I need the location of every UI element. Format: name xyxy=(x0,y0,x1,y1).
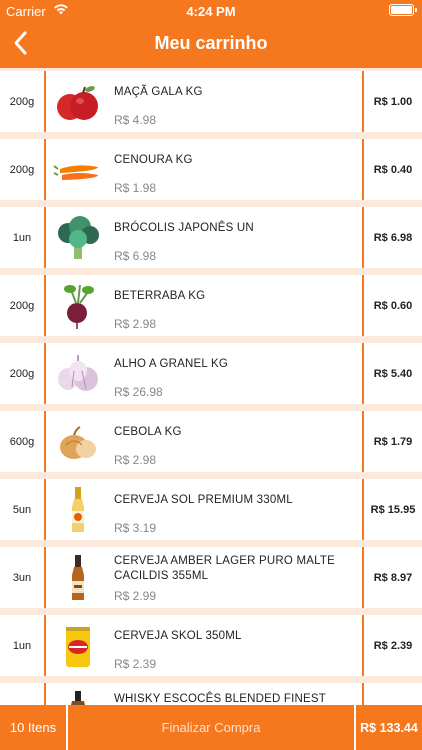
item-total: R$ 8.97 xyxy=(373,571,413,584)
cart-row[interactable]: 3un CERVEJA AMBER LAGER PURO MALTE CACIL… xyxy=(0,547,422,608)
cart-footer: 10 Itens Finalizar Compra R$ 133.44 xyxy=(0,705,422,750)
divider xyxy=(44,207,46,268)
item-name: BETERRABA KG xyxy=(114,290,206,302)
item-quantity: 3un xyxy=(12,571,32,584)
whisky-bottle-icon xyxy=(71,691,85,705)
item-total: R$ 0.40 xyxy=(373,163,413,176)
battery-icon xyxy=(389,4,417,16)
item-total: R$ 1.00 xyxy=(373,95,413,108)
item-name: ALHO A GRANEL KG xyxy=(114,358,228,370)
divider xyxy=(44,411,46,472)
beer-bottle-icon xyxy=(72,555,84,600)
item-name: MAÇÃ GALA KG xyxy=(114,86,203,98)
beer-bottle-icon xyxy=(72,487,84,532)
item-unit-price: R$ 26.98 xyxy=(114,385,163,399)
item-name: WHISKY ESCOCÊS BLENDED FINEST xyxy=(114,693,326,705)
item-total: R$ 0.60 xyxy=(373,299,413,312)
item-quantity: 5un xyxy=(12,503,32,516)
divider xyxy=(44,71,46,132)
divider xyxy=(44,547,46,608)
item-quantity: 1un xyxy=(12,639,32,652)
item-total: R$ 5.40 xyxy=(373,367,413,380)
grand-total: R$ 133.44 xyxy=(356,705,422,750)
divider xyxy=(44,139,46,200)
status-bar: Carrier 4:24 PM xyxy=(0,0,422,22)
item-quantity: 200g xyxy=(9,299,35,312)
beer-can-icon xyxy=(66,627,90,667)
app-header: Carrier 4:24 PM Meu carrinho xyxy=(0,0,422,68)
item-total: R$ 2.39 xyxy=(373,639,413,652)
divider xyxy=(44,275,46,336)
item-name: CERVEJA SOL PREMIUM 330ML xyxy=(114,494,293,506)
divider xyxy=(44,615,46,676)
item-count: 10 Itens xyxy=(0,705,66,750)
beet-icon xyxy=(64,284,94,329)
item-unit-price: R$ 6.98 xyxy=(114,249,157,263)
item-name: CERVEJA AMBER LAGER PURO MALTE CACILDIS … xyxy=(114,555,335,582)
item-unit-price: R$ 1.98 xyxy=(114,181,157,195)
divider xyxy=(44,479,46,540)
cart-row[interactable]: 5un CERVEJA SOL PREMIUM 330ML R$ 3.19 R$… xyxy=(0,479,422,540)
item-name: CENOURA KG xyxy=(114,154,193,166)
apple-icon xyxy=(57,86,98,120)
cart-row[interactable]: 200g ALHO A GRANEL KG R$ 26.98 R$ 5.40 xyxy=(0,343,422,404)
cart-row[interactable]: WHISKY ESCOCÊS BLENDED FINEST xyxy=(0,683,422,705)
divider xyxy=(362,683,364,705)
cart-row[interactable]: 200g MAÇÃ GALA KG R$ 4.98 R$ 1.00 xyxy=(0,71,422,132)
item-quantity: 200g xyxy=(9,163,35,176)
cart-row[interactable]: 200g BETERRABA KG R$ 2.98 R$ 0.60 xyxy=(0,275,422,336)
page-title: Meu carrinho xyxy=(154,33,268,53)
item-unit-price: R$ 4.98 xyxy=(114,113,157,127)
item-quantity: 200g xyxy=(9,367,35,380)
item-quantity xyxy=(0,683,44,705)
item-unit-price: R$ 2.39 xyxy=(114,657,157,671)
garlic-icon xyxy=(58,355,98,391)
item-unit-price: R$ 2.98 xyxy=(114,453,157,467)
cart-row[interactable]: 1un BRÓCOLIS JAPONÊS UN R$ 6.98 R$ 6.98 xyxy=(0,207,422,268)
item-unit-price: R$ 2.98 xyxy=(114,317,157,331)
clock: 4:24 PM xyxy=(186,4,236,19)
item-unit-price: R$ 2.99 xyxy=(114,589,157,603)
item-name: CEBOLA KG xyxy=(114,426,182,438)
carrot-icon xyxy=(53,165,98,180)
item-total: R$ 15.95 xyxy=(370,503,416,516)
cart-row[interactable]: 600g CEBOLA KG R$ 2.98 R$ 1.79 xyxy=(0,411,422,472)
cart-list[interactable]: 200g MAÇÃ GALA KG R$ 4.98 R$ 1.00 200g C… xyxy=(0,68,422,705)
divider xyxy=(44,683,46,705)
item-quantity: 200g xyxy=(9,95,35,108)
item-quantity: 1un xyxy=(12,231,32,244)
item-total: R$ 1.79 xyxy=(373,435,413,448)
cart-row[interactable]: 200g CENOURA KG R$ 1.98 R$ 0.40 xyxy=(0,139,422,200)
item-total: R$ 6.98 xyxy=(373,231,413,244)
cart-row[interactable]: 1un CERVEJA SKOL 350ML R$ 2.39 R$ 2.39 xyxy=(0,615,422,676)
item-unit-price: R$ 3.19 xyxy=(114,521,157,535)
checkout-button[interactable]: Finalizar Compra xyxy=(68,705,354,750)
item-name: CERVEJA SKOL 350ML xyxy=(114,630,242,642)
divider xyxy=(44,343,46,404)
item-name: BRÓCOLIS JAPONÊS UN xyxy=(114,222,254,234)
broccoli-icon xyxy=(58,216,99,259)
item-quantity: 600g xyxy=(9,435,35,448)
onion-icon xyxy=(60,426,96,459)
